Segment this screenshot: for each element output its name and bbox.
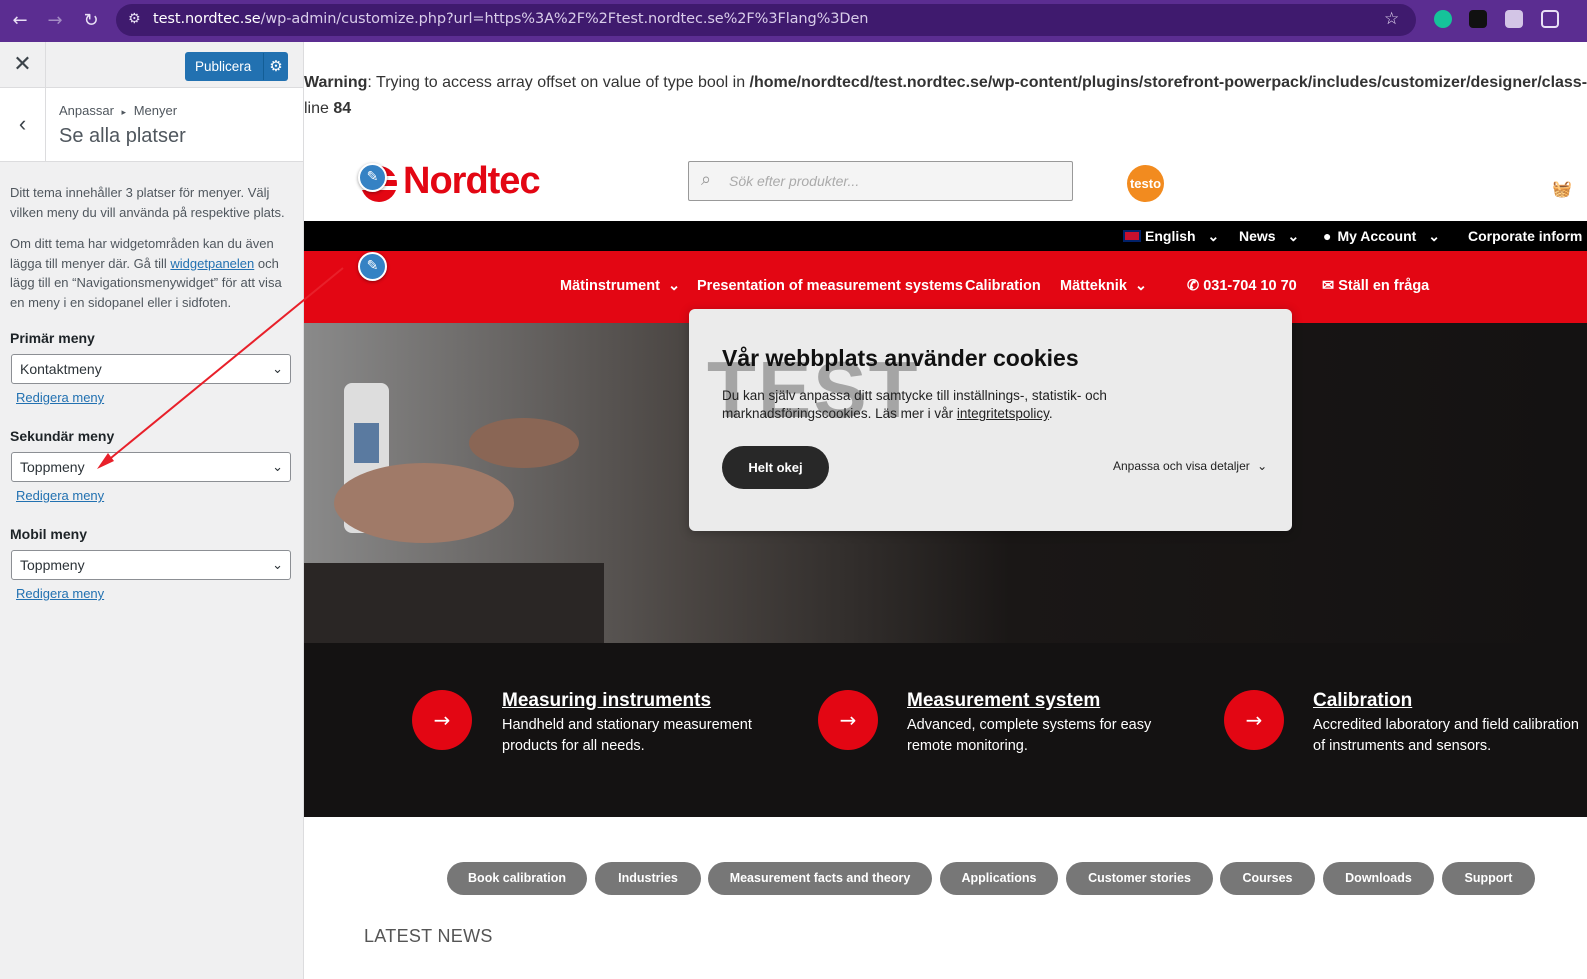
pill-industries[interactable]: Industries xyxy=(595,862,701,895)
address-bar[interactable]: ⚙ test.nordtec.se/wp-admin/customize.php… xyxy=(116,4,1416,36)
logo-text: Nordtec xyxy=(403,160,541,202)
gear-icon[interactable]: ⚙ xyxy=(263,53,288,80)
pill-support[interactable]: Support xyxy=(1442,862,1535,895)
secondary-menu-label: Sekundär meny xyxy=(10,428,115,444)
news-menu[interactable]: News ⌄ xyxy=(1239,228,1299,245)
forward-arrow-icon[interactable]: → xyxy=(42,8,68,34)
nordtec-logo[interactable]: Nordtec xyxy=(359,160,564,206)
grammarly-extension-icon[interactable] xyxy=(1434,10,1452,28)
privacy-policy-link[interactable]: integritetspolicy xyxy=(957,406,1049,421)
nav-item-calibration[interactable]: Calibration xyxy=(965,278,1041,294)
envelope-icon: ✉ xyxy=(1322,278,1335,294)
chevron-down-icon: ⌄ xyxy=(1207,228,1220,244)
section-header: ‹ Anpassar ▸ Menyer Se alla platser xyxy=(0,88,303,162)
reload-icon[interactable]: ↻ xyxy=(78,8,104,34)
site-preview: Warning: Trying to access array offset o… xyxy=(304,42,1587,979)
customizer-sidebar: ✕ Publicera ⚙ ‹ Anpassar ▸ Menyer Se all… xyxy=(0,42,304,979)
nav-item-presentation[interactable]: Presentation of measurement systems xyxy=(697,278,963,294)
my-account-menu[interactable]: ● My Account ⌄ xyxy=(1323,228,1440,245)
language-switcher[interactable]: English ⌄ xyxy=(1123,228,1219,245)
site-settings-icon[interactable]: ⚙ xyxy=(128,11,141,27)
primary-menu-select[interactable]: Kontaktmeny ⌄ xyxy=(11,354,291,384)
chevron-down-icon: ⌄ xyxy=(272,361,283,376)
arrow-right-icon[interactable]: → xyxy=(818,690,878,750)
mobile-menu-select[interactable]: Toppmeny ⌄ xyxy=(11,550,291,580)
mobile-menu-label: Mobil meny xyxy=(10,526,88,542)
user-icon: ● xyxy=(1323,228,1332,244)
bolt-extension-icon[interactable] xyxy=(1469,10,1487,28)
close-icon[interactable]: ✕ xyxy=(0,42,46,88)
feature-title[interactable]: Measuring instruments xyxy=(502,690,711,712)
edit-shortcut-pencil-icon[interactable]: ✎ xyxy=(358,163,387,192)
breadcrumb: Anpassar ▸ Menyer xyxy=(59,103,178,118)
feature-title[interactable]: Measurement system xyxy=(907,690,1100,712)
pill-courses[interactable]: Courses xyxy=(1220,862,1315,895)
browser-toolbar: ← → ↻ ⚙ test.nordtec.se/wp-admin/customi… xyxy=(0,0,1587,42)
feature-text: Advanced, complete systems for easy remo… xyxy=(907,717,1152,754)
section-title: Se alla platser xyxy=(59,125,186,147)
publish-label: Publicera xyxy=(195,59,252,74)
chevron-down-icon: ⌄ xyxy=(272,459,283,474)
product-search-input[interactable]: ⌕ Sök efter produkter... xyxy=(688,161,1073,201)
mobile-edit-menu-link[interactable]: Redigera meny xyxy=(16,586,104,601)
url-text[interactable]: test.nordtec.se/wp-admin/customize.php?u… xyxy=(153,11,868,27)
arrow-right-icon[interactable]: → xyxy=(412,690,472,750)
edit-shortcut-pencil-icon[interactable]: ✎ xyxy=(358,252,387,281)
customizer-header: ✕ Publicera ⚙ xyxy=(0,42,303,88)
chevron-down-icon: ⌄ xyxy=(1287,228,1300,244)
secondary-edit-menu-link[interactable]: Redigera meny xyxy=(16,488,104,503)
top-bar: English ⌄ News ⌄ ● My Account ⌄ Corporate… xyxy=(304,221,1587,251)
chevron-down-icon: ⌄ xyxy=(1257,459,1268,473)
latest-news-heading: LATEST NEWS xyxy=(364,926,493,946)
primary-menu-label: Primär meny xyxy=(10,330,95,346)
customize-details-link[interactable]: Anpassa och visa detaljer ⌄ xyxy=(1113,459,1267,473)
basket-icon[interactable]: 🧺 xyxy=(1552,179,1572,199)
ask-question-link[interactable]: ✉ Ställ en fråga xyxy=(1322,278,1429,294)
uk-flag-icon xyxy=(1123,230,1141,242)
nav-item-matinstrument[interactable]: Mätinstrument ⌄ xyxy=(560,278,680,294)
chevron-down-icon: ⌄ xyxy=(272,557,283,572)
cookie-title: Vår webbplats använder cookies xyxy=(722,345,1079,371)
feature-text: Accredited laboratory and field calibrat… xyxy=(1313,717,1579,754)
pill-downloads[interactable]: Downloads xyxy=(1323,862,1434,895)
pill-book-calibration[interactable]: Book calibration xyxy=(447,862,587,895)
corporate-info-link[interactable]: Corporate inform xyxy=(1468,228,1582,244)
cookie-text: Du kan själv anpassa ditt samtycke till … xyxy=(722,388,1107,421)
feature-text: Handheld and stationary measurement prod… xyxy=(502,717,752,754)
nav-item-matteknik[interactable]: Mätteknik ⌄ xyxy=(1060,278,1147,294)
chevron-down-icon: ⌄ xyxy=(667,278,681,294)
phone-link[interactable]: ✆ 031-704 10 70 xyxy=(1187,278,1297,294)
phone-icon: ✆ xyxy=(1187,278,1200,294)
pill-measurement-facts[interactable]: Measurement facts and theory xyxy=(708,862,932,895)
testo-logo[interactable]: testo xyxy=(1127,165,1164,202)
accept-cookies-button[interactable]: Helt okej xyxy=(722,446,829,489)
bookmark-star-icon[interactable]: ☆ xyxy=(1384,9,1399,29)
back-arrow-icon[interactable]: ← xyxy=(7,8,33,34)
php-warning: Warning: Trying to access array offset o… xyxy=(304,74,1587,117)
secondary-menu-select[interactable]: Toppmeny ⌄ xyxy=(11,452,291,482)
pill-applications[interactable]: Applications xyxy=(940,862,1058,895)
publish-button[interactable]: Publicera ⚙ xyxy=(185,52,288,81)
primary-edit-menu-link[interactable]: Redigera meny xyxy=(16,390,104,405)
widget-panel-link[interactable]: widgetpanelen xyxy=(170,256,254,271)
chevron-down-icon: ⌄ xyxy=(1134,278,1148,294)
pill-customer-stories[interactable]: Customer stories xyxy=(1066,862,1213,895)
extensions-puzzle-icon[interactable] xyxy=(1541,10,1559,28)
cookie-consent-dialog: TEST Vår webbplats använder cookies Du k… xyxy=(689,309,1292,531)
extension-icon[interactable] xyxy=(1505,10,1523,28)
widget-description: Om ditt tema har widgetområden kan du äv… xyxy=(10,236,282,310)
arrow-right-icon[interactable]: → xyxy=(1224,690,1284,750)
search-icon: ⌕ xyxy=(701,169,712,190)
feature-title[interactable]: Calibration xyxy=(1313,690,1412,712)
chevron-down-icon: ⌄ xyxy=(1428,228,1440,244)
back-chevron-icon[interactable]: ‹ xyxy=(0,88,46,161)
feature-section: → Measuring instruments Handheld and sta… xyxy=(304,643,1587,817)
menu-locations-description: Ditt tema innehåller 3 platser för menye… xyxy=(10,185,285,220)
